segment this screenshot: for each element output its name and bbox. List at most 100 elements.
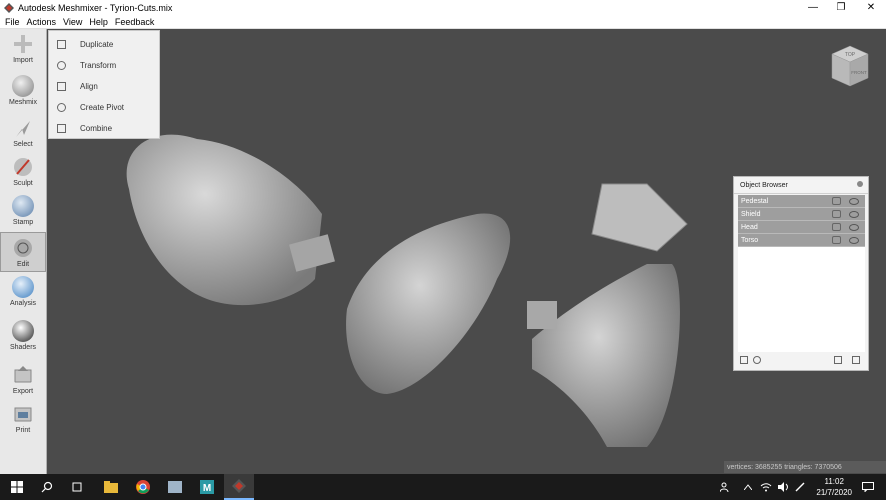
minimize-button[interactable]: — [798, 0, 828, 15]
menu-actions[interactable]: Actions [27, 17, 57, 27]
task-view-button[interactable] [62, 474, 92, 500]
combine-label: Combine [80, 123, 113, 133]
menu-item-combine[interactable]: Combine [49, 118, 159, 138]
menu-help[interactable]: Help [89, 17, 108, 27]
menu-item-duplicate[interactable]: Duplicate [49, 34, 159, 54]
object-row-pedestal[interactable]: Pedestal [738, 195, 865, 208]
wifi-button[interactable] [756, 474, 776, 500]
menu-item-transform[interactable]: Transform [49, 55, 159, 75]
clock[interactable]: 11:02 21/7/2020 [816, 476, 852, 498]
plus-icon [14, 35, 32, 53]
shaders-icon [12, 320, 34, 342]
notifications-button[interactable] [856, 474, 880, 500]
export-icon [14, 366, 32, 383]
object-browser-panel: Object Browser Pedestal Shield Head Tors… [733, 176, 869, 371]
lock-icon[interactable] [832, 223, 841, 231]
settings-icon[interactable] [753, 356, 761, 364]
folder-icon [104, 481, 118, 493]
print-label: Print [15, 427, 31, 434]
object-name: Torso [741, 236, 759, 244]
analysis-label: Analysis [9, 300, 37, 307]
meshmix-label: Meshmix [8, 99, 37, 106]
search-button[interactable] [32, 474, 62, 500]
align-icon [57, 81, 66, 91]
export-label: Export [12, 388, 34, 395]
eye-icon[interactable] [849, 236, 859, 244]
print-tool[interactable]: Print [0, 399, 46, 439]
lock-icon[interactable] [832, 210, 841, 218]
transform-icon [57, 60, 66, 70]
view-cube[interactable]: TOP FRONT [828, 42, 870, 88]
meshmix-icon [12, 75, 34, 97]
chrome-button[interactable] [128, 474, 158, 500]
align-label: Align [80, 81, 98, 91]
show-hidden-icons-button[interactable] [738, 474, 758, 500]
object-row-shield[interactable]: Shield [738, 208, 865, 221]
speaker-icon [778, 482, 788, 492]
lock-icon[interactable] [832, 236, 841, 244]
close-panel-icon[interactable] [857, 181, 863, 187]
people-button[interactable] [712, 474, 738, 500]
eye-icon[interactable] [849, 223, 859, 231]
cube-icon[interactable] [740, 356, 748, 364]
edit-label: Edit [16, 261, 30, 268]
chevron-up-icon [744, 484, 752, 490]
object-row-head[interactable]: Head [738, 221, 865, 234]
pen-button[interactable] [790, 474, 810, 500]
notification-icon [862, 482, 874, 492]
head-model[interactable] [126, 134, 335, 306]
eye-icon[interactable] [849, 210, 859, 218]
meshmixer-taskbar-button[interactable] [224, 474, 254, 500]
combine-icon [57, 123, 66, 133]
analysis-icon [12, 276, 34, 298]
analysis-tool[interactable]: Analysis [0, 272, 46, 312]
title-bar: Autodesk Meshmixer - Tyrion-Cuts.mix [0, 0, 886, 15]
stamp-tool[interactable]: Stamp [0, 191, 46, 231]
menu-item-create-pivot[interactable]: Create Pivot [49, 97, 159, 117]
menu-view[interactable]: View [63, 17, 82, 27]
object-row-torso[interactable]: Torso [738, 234, 865, 247]
export-tool[interactable]: Export [0, 360, 46, 400]
windows-logo-icon [11, 481, 23, 493]
meshmixer-m-button[interactable]: M [192, 474, 222, 500]
menu-bar: File Actions View Help Feedback [0, 15, 886, 29]
shaders-tool[interactable]: Shaders [0, 316, 46, 356]
edit-tool[interactable]: Edit [0, 232, 46, 272]
meshmixer-icon [232, 479, 246, 493]
meshmixer-logo-icon [4, 2, 14, 13]
close-button[interactable]: ✕ [856, 0, 886, 15]
transform-label: Transform [80, 60, 117, 70]
shaders-label: Shaders [9, 344, 37, 351]
eye-icon[interactable] [849, 197, 859, 205]
object-name: Shield [741, 210, 761, 218]
m-app-icon: M [200, 480, 214, 494]
select-label: Select [13, 141, 33, 148]
import-label: Import [13, 57, 33, 64]
lock-icon[interactable] [832, 197, 841, 205]
import-tool[interactable]: Import [0, 29, 46, 69]
sculpt-tool[interactable]: Sculpt [0, 152, 46, 192]
menu-item-align[interactable]: Align [49, 76, 159, 96]
trash-icon[interactable] [852, 356, 860, 364]
meshmix-tool[interactable]: Meshmix [0, 71, 46, 111]
sculpt-label: Sculpt [13, 180, 33, 187]
search-icon [41, 481, 53, 493]
start-button[interactable] [2, 474, 32, 500]
select-tool[interactable]: Select [0, 113, 46, 153]
select-arrow-icon [16, 121, 30, 137]
shield-model[interactable] [591, 183, 688, 252]
file-explorer-button[interactable] [96, 474, 126, 500]
duplicate-object-icon[interactable] [834, 356, 842, 364]
task-view-icon [72, 482, 82, 492]
maximize-button[interactable]: ❐ [826, 0, 856, 15]
menu-file[interactable]: File [5, 17, 20, 27]
viewcube-front-label: FRONT [851, 70, 867, 75]
pedestal-model[interactable] [527, 264, 680, 447]
torso-model[interactable] [346, 213, 511, 394]
wifi-icon [760, 483, 772, 492]
app-button[interactable] [160, 474, 190, 500]
photos-icon [168, 481, 182, 493]
object-browser-footer [738, 354, 865, 368]
menu-feedback[interactable]: Feedback [115, 17, 155, 27]
object-name: Head [741, 223, 758, 231]
